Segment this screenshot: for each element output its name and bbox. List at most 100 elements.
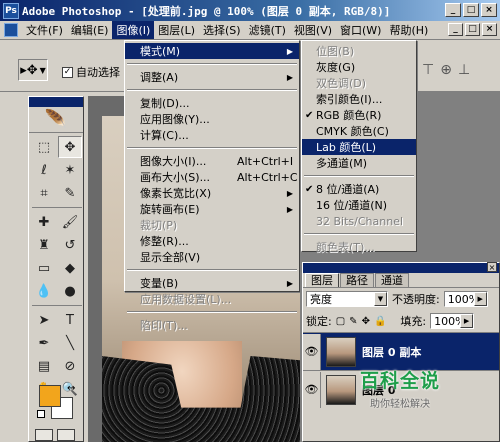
menu-file[interactable]: 文件(F)	[22, 21, 67, 39]
menu-view[interactable]: 视图(V)	[290, 21, 336, 39]
move-tool-icon[interactable]: ✥	[58, 136, 82, 158]
history-brush-tool-icon[interactable]: ↺	[58, 234, 82, 256]
foreground-color-swatch[interactable]	[39, 385, 61, 407]
menu-separator	[304, 233, 414, 235]
healing-brush-tool-icon[interactable]: ✚	[32, 211, 56, 233]
menu-image[interactable]: 图像(I)	[112, 21, 155, 39]
mode-submenu: 位图(B) 灰度(G) 双色调(D) 索引颜色(I)... ✔ RGB 颜色(R) CMYK…	[301, 40, 417, 254]
align-top-icon[interactable]: ⊤	[422, 62, 434, 78]
doc-restore-button[interactable]: □	[465, 23, 480, 36]
layers-panel-title-bar[interactable]: ×	[303, 262, 499, 273]
image-menu-dropdown: 模式(M) ▶ 调整(A) ▶ 复制(D)... 应用图像(Y)... 计算(C)... 图像…	[124, 40, 300, 332]
watermark-subtitle: 助你轻松解决	[370, 399, 430, 410]
menu-layer[interactable]: 图层(L)	[154, 21, 199, 39]
align-bottom-icon[interactable]: ⊥	[458, 62, 470, 78]
image-menu-item-2[interactable]: 调整(A) ▶	[125, 69, 299, 85]
eyedropper-tool-icon[interactable]: ⊘	[58, 355, 82, 377]
menu-edit[interactable]: 编辑(E)	[67, 21, 113, 39]
menu-separator	[127, 147, 297, 149]
path-selection-tool-icon[interactable]: ➤	[32, 309, 56, 331]
lock-position-icon[interactable]: ✥	[362, 316, 370, 327]
slice-tool-icon[interactable]: ✎	[58, 182, 82, 204]
align-options: ⊤ ⊕ ⊥	[422, 62, 470, 78]
doc-minimize-button[interactable]: _	[448, 23, 463, 36]
image-menu-item-16[interactable]: 变量(B) ▶	[125, 275, 299, 291]
baike-watermark: 百科全说 助你轻松解决	[336, 366, 464, 414]
image-menu-item-13[interactable]: 修整(R)...	[125, 233, 299, 249]
menu-window[interactable]: 窗口(W)	[336, 21, 385, 39]
lock-all-icon[interactable]: 🔒	[374, 316, 386, 327]
auto-select-checkbox[interactable]: ✓	[62, 66, 73, 78]
menu-help[interactable]: 帮助(H)	[385, 21, 432, 39]
pen-tool-icon[interactable]: ✒	[32, 332, 56, 354]
mode-menu-item-5[interactable]: CMYK 颜色(C)	[302, 123, 416, 139]
tab-channels[interactable]: 通道	[375, 273, 409, 287]
mode-menu-item-10[interactable]: 16 位/通道(N)	[302, 197, 416, 213]
panel-tabs: 图层 路径 通道	[303, 273, 499, 288]
maximize-button[interactable]: □	[463, 3, 479, 17]
align-middle-icon[interactable]: ⊕	[440, 62, 452, 78]
mode-menu-item-9[interactable]: ✔ 8 位/通道(A)	[302, 181, 416, 197]
image-menu-item-4[interactable]: 复制(D)...	[125, 95, 299, 111]
tab-paths[interactable]: 路径	[340, 273, 374, 287]
menu-bar: 文件(F) 编辑(E) 图像(I) 图层(L) 选择(S) 滤镜(T) 视图(V…	[0, 21, 500, 40]
blend-mode-select[interactable]: 亮度 ▼	[306, 291, 388, 307]
default-colors-icon[interactable]	[37, 410, 45, 418]
mode-menu-item-3[interactable]: 索引颜色(I)...	[302, 91, 416, 107]
photoshop-app-icon[interactable]: Ps	[3, 2, 19, 19]
fill-field[interactable]: 100% ▶	[430, 313, 475, 329]
mode-menu-item-7[interactable]: 多通道(M)	[302, 155, 416, 171]
line-tool-icon[interactable]: ╲	[58, 332, 82, 354]
document-icon[interactable]	[4, 23, 18, 37]
dodge-tool-icon[interactable]: ●	[58, 280, 82, 302]
mode-menu-item-4[interactable]: ✔ RGB 颜色(R)	[302, 107, 416, 123]
image-menu-item-5[interactable]: 应用图像(Y)...	[125, 111, 299, 127]
brush-tool-icon[interactable]: 🖌	[58, 211, 82, 233]
magic-wand-tool-icon[interactable]: ✶	[58, 159, 82, 181]
window-title: Adobe Photoshop - [处理前.jpg @ 100% (图层 0 …	[22, 4, 391, 18]
image-menu-item-9[interactable]: 画布大小(S)... Alt+Ctrl+C	[125, 169, 299, 185]
type-tool-icon[interactable]: T	[58, 309, 82, 331]
eye-icon[interactable]: 👁	[303, 371, 321, 408]
swap-colors-icon[interactable]: ↔	[67, 383, 75, 394]
image-menu-item-6[interactable]: 计算(C)...	[125, 127, 299, 143]
menu-item-label: 索引颜色(I)...	[316, 93, 383, 106]
clone-stamp-tool-icon[interactable]: ♜	[32, 234, 56, 256]
lock-pixels-icon[interactable]: ✎	[349, 316, 357, 327]
image-menu-item-8[interactable]: 图像大小(I)... Alt+Ctrl+I	[125, 153, 299, 169]
eye-icon[interactable]: 👁	[303, 333, 321, 370]
menu-item-label: CMYK 颜色(C)	[316, 125, 389, 138]
mode-menu-item-1[interactable]: 灰度(G)	[302, 59, 416, 75]
eraser-tool-icon[interactable]: ▭	[32, 257, 56, 279]
lasso-tool-icon[interactable]: ℓ	[32, 159, 56, 181]
image-menu-item-10[interactable]: 像素长宽比(X) ▶	[125, 185, 299, 201]
layer-row[interactable]: 👁 图层 0 副本	[303, 332, 499, 370]
standard-mode-button[interactable]	[35, 429, 53, 441]
tool-preset-picker[interactable]: ▸✥ ▼	[18, 59, 48, 81]
menu-select[interactable]: 选择(S)	[199, 21, 245, 39]
close-button[interactable]: ×	[481, 3, 497, 17]
minimize-button[interactable]: _	[445, 3, 461, 17]
marquee-tool-icon[interactable]: ⬚	[32, 136, 56, 158]
tab-layers[interactable]: 图层	[305, 273, 339, 287]
menu-item-label: 图像大小(I)...	[140, 155, 207, 168]
image-menu-item-0[interactable]: 模式(M) ▶	[125, 43, 299, 59]
image-menu-item-11[interactable]: 旋转画布(E) ▶	[125, 201, 299, 217]
opacity-field[interactable]: 100% ▶	[443, 291, 488, 307]
toolbox-title-bar[interactable]	[29, 97, 83, 107]
auto-select-option[interactable]: ✓ 自动选择	[62, 64, 120, 80]
close-icon[interactable]: ×	[487, 262, 497, 272]
image-menu-item-14[interactable]: 显示全部(V)	[125, 249, 299, 265]
paint-bucket-tool-icon[interactable]: ◆	[58, 257, 82, 279]
menu-item-label: 显示全部(V)	[140, 251, 201, 264]
mode-menu-item-0: 位图(B)	[302, 43, 416, 59]
doc-close-button[interactable]: ×	[482, 23, 497, 36]
notes-tool-icon[interactable]: ▤	[32, 355, 56, 377]
menu-filter[interactable]: 滤镜(T)	[245, 21, 290, 39]
mode-menu-item-6[interactable]: Lab 颜色(L)	[302, 139, 416, 155]
quick-mask-mode-button[interactable]	[57, 429, 75, 441]
crop-tool-icon[interactable]: ⌗	[32, 182, 56, 204]
blur-tool-icon[interactable]: 💧	[32, 280, 56, 302]
lock-transparency-icon[interactable]: ▢	[336, 316, 345, 327]
adobe-feather-logo[interactable]: 🪶	[29, 107, 83, 133]
